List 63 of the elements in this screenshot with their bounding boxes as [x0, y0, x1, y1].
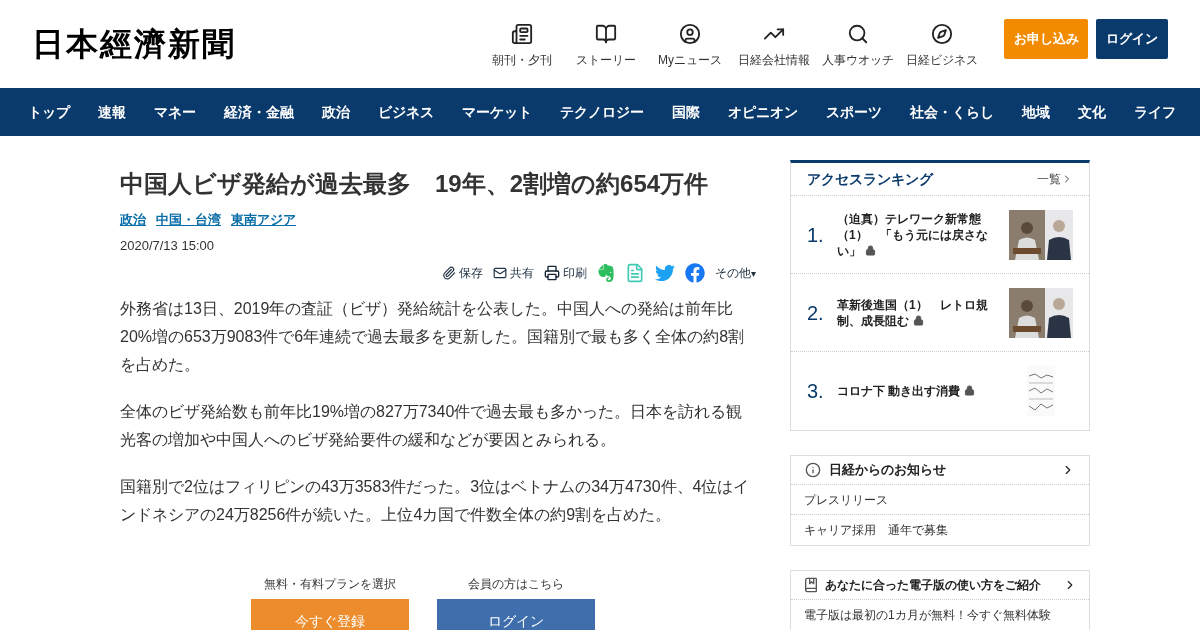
elephant-icon[interactable]	[597, 264, 615, 282]
note-icon[interactable]	[625, 263, 645, 283]
share-link[interactable]: 共有	[493, 264, 534, 282]
article-paragraph: 国籍別で2位はフィリピンの43万3583件だった。3位はベトナムの34万4730件、4位はインドネシアの24万8256件が続いた。上位4カ国で件数全体の約9割を占めた。	[120, 477, 751, 525]
nav-item[interactable]: 経済・金融	[210, 101, 308, 123]
nav-item[interactable]: 地域	[1008, 101, 1064, 123]
nav-item[interactable]: ビジネス	[364, 101, 448, 123]
nav-item[interactable]: マネー	[140, 101, 210, 123]
nav-item[interactable]: スポーツ	[812, 101, 896, 123]
shortcut-link[interactable]: 人事ウオッチ	[816, 23, 900, 69]
tag-link[interactable]: 東南アジア	[231, 210, 296, 230]
print-icon	[544, 265, 560, 281]
guide-header-link[interactable]: あなたに合った電子版の使い方をご紹介	[791, 571, 1089, 600]
login-button[interactable]: ログイン	[1096, 19, 1168, 59]
notice-link[interactable]: プレスリリース	[791, 485, 1089, 515]
search-icon	[847, 23, 869, 45]
nav-item[interactable]: オピニオン	[714, 101, 812, 123]
nav-item[interactable]: 政治	[308, 101, 364, 123]
caret-icon: ▾	[751, 265, 756, 281]
nav-item[interactable]: 文化	[1064, 101, 1120, 123]
info-icon	[805, 462, 821, 478]
ranking-item[interactable]: 3. コロナ下 動き出す消費	[791, 352, 1089, 430]
ranking-title: アクセスランキング	[807, 169, 933, 189]
cta-caption: 無料・有料プランを選択	[264, 576, 396, 593]
logo[interactable]: 日本經濟新聞	[32, 20, 236, 68]
nav-item[interactable]: 速報	[84, 101, 140, 123]
shortcut-link[interactable]: 朝刊・夕刊	[480, 23, 564, 69]
ranking-item[interactable]: 2. 革新後進国（1） レトロ規制、成長阻む	[791, 274, 1089, 352]
nav-item[interactable]: テクノロジー	[546, 101, 658, 123]
shortcut-link[interactable]: 日経ビジネス	[900, 23, 984, 69]
nav-item[interactable]: ライフ	[1120, 101, 1190, 123]
paperclip-icon	[442, 266, 456, 280]
tag-link[interactable]: 中国・台湾	[156, 210, 221, 230]
nav-item[interactable]: トップ	[14, 101, 84, 123]
tag-link[interactable]: 政治	[120, 210, 146, 230]
guide-link[interactable]: 電子版は最初の1カ月が無料！今すぐ無料体験	[791, 600, 1089, 630]
user-icon	[679, 23, 701, 45]
article-paragraph: 外務省は13日、2019年の査証（ビザ）発給統計を公表した。中国人への発給は前年比20%増の653万9083件で6年連続で過去最多を更新した。国籍別で最も多く全体の約8割を占めた。	[120, 299, 746, 375]
nav-item[interactable]: マーケット	[448, 101, 546, 123]
shortcut-link[interactable]: Myニュース	[648, 23, 732, 69]
article-paragraph: 全体のビザ発給数も前年比19%増の827万7340件で過去最も多かった。日本を訪れる観光客の増加や中国人へのビザ発給要件の緩和などが要因とみられる。	[120, 402, 744, 450]
member-login-button[interactable]: ログイン	[437, 599, 595, 630]
book-icon	[803, 577, 819, 593]
shortcut-link[interactable]: ストーリー	[564, 23, 648, 69]
nav-item[interactable]: 国際	[658, 101, 714, 123]
share-link[interactable]: 保存	[442, 264, 483, 282]
facebook-icon[interactable]	[685, 263, 705, 283]
nav-item[interactable]: 社会・くらし	[896, 101, 1008, 123]
article-date: 2020/7/13 15:00	[120, 236, 215, 255]
newspaper-icon	[511, 23, 533, 45]
ranking-more-link[interactable]: 一覧	[1037, 170, 1073, 188]
notice-header-link[interactable]: 日経からのお知らせ	[791, 456, 1089, 485]
share-link[interactable]: 印刷	[544, 264, 587, 282]
more-share-link[interactable]: その他▾	[715, 264, 756, 282]
cta-caption: 会員の方はこちら	[468, 576, 564, 593]
ranking-item[interactable]: 1. （迫真）テレワーク新常態（1） 「もう元には戻さない」	[791, 196, 1089, 274]
book-icon	[595, 23, 617, 45]
notice-link[interactable]: キャリア採用 通年で募集	[791, 515, 1089, 545]
mail-icon	[493, 266, 507, 280]
compass-icon	[931, 23, 953, 45]
twitter-icon[interactable]	[655, 263, 675, 283]
shortcut-link[interactable]: 日経会社情報	[732, 23, 816, 69]
article-title: 中国人ビザ発給が過去最多 19年、2割増の約654万件	[120, 169, 710, 199]
